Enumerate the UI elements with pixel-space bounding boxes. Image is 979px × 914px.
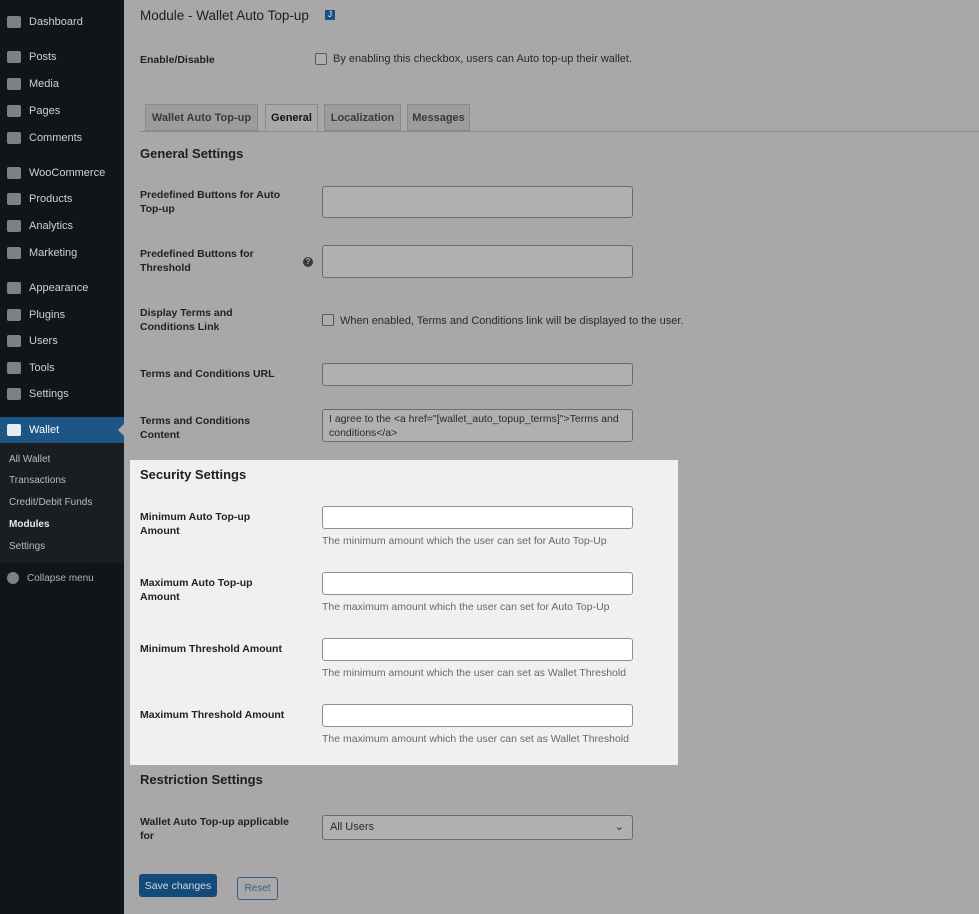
terms-url-label: Terms and Conditions URL bbox=[140, 368, 275, 380]
info-badge-icon[interactable]: J bbox=[325, 10, 335, 20]
menu-woocommerce[interactable]: WooCommerce bbox=[0, 162, 124, 184]
menu-comments[interactable]: Comments bbox=[0, 127, 124, 149]
terms-url-input[interactable] bbox=[322, 363, 633, 386]
restriction-settings-heading: Restriction Settings bbox=[140, 772, 263, 787]
tab-divider bbox=[140, 131, 979, 132]
products-icon bbox=[7, 193, 21, 205]
max-auto-topup-label: Maximum Auto Top-up Amount bbox=[140, 577, 253, 603]
menu-label: Settings bbox=[29, 388, 69, 400]
submenu-settings[interactable]: Settings bbox=[9, 541, 45, 552]
menu-label: Products bbox=[29, 193, 73, 205]
max-auto-topup-desc: The maximum amount which the user can se… bbox=[322, 601, 610, 613]
help-icon[interactable]: ? bbox=[303, 257, 313, 267]
wallet-icon bbox=[7, 424, 21, 436]
security-settings-panel: Security Settings Minimum Auto Top-up Am… bbox=[130, 460, 678, 765]
min-threshold-label: Minimum Threshold Amount bbox=[140, 643, 282, 655]
collapse-menu[interactable]: Collapse menu bbox=[0, 567, 124, 589]
min-auto-topup-label: Minimum Auto Top-up Amount bbox=[140, 511, 251, 537]
enable-label: Enable/Disable bbox=[140, 54, 215, 66]
menu-analytics[interactable]: Analytics bbox=[0, 215, 124, 237]
tab-general[interactable]: General bbox=[265, 104, 318, 131]
menu-label: Users bbox=[29, 335, 58, 347]
min-auto-topup-desc: The minimum amount which the user can se… bbox=[322, 535, 607, 547]
menu-products[interactable]: Products bbox=[0, 188, 124, 210]
wallet-submenu: All Wallet Transactions Credit/Debit Fun… bbox=[0, 443, 124, 563]
select-value: All Users bbox=[330, 821, 375, 833]
max-threshold-label: Maximum Threshold Amount bbox=[140, 709, 285, 721]
menu-label: Marketing bbox=[29, 247, 78, 259]
display-terms-checkbox[interactable] bbox=[322, 314, 334, 326]
menu-users[interactable]: Users bbox=[0, 330, 124, 352]
wrench-icon bbox=[7, 362, 21, 374]
general-settings-heading: General Settings bbox=[140, 146, 244, 161]
min-threshold-input[interactable] bbox=[322, 638, 633, 661]
submenu-modules[interactable]: Modules bbox=[9, 519, 50, 530]
predef-auto-textarea[interactable] bbox=[322, 186, 633, 218]
admin-sidebar: Dashboard Posts Media Pages Comments Woo… bbox=[0, 0, 124, 914]
terms-content-label: Terms and Conditions Content bbox=[140, 415, 251, 441]
menu-settings[interactable]: Settings bbox=[0, 383, 124, 405]
page-title: Module - Wallet Auto Top-up bbox=[140, 8, 309, 23]
tab-messages[interactable]: Messages bbox=[407, 104, 470, 131]
security-settings-heading: Security Settings bbox=[140, 467, 247, 482]
woocommerce-icon bbox=[7, 167, 21, 179]
tab-localization[interactable]: Localization bbox=[324, 104, 401, 131]
display-terms-text: When enabled, Terms and Conditions link … bbox=[340, 315, 684, 327]
dashboard-icon bbox=[7, 16, 21, 28]
display-terms-label: Display Terms and Conditions Link bbox=[140, 307, 233, 333]
applicable-for-label: Wallet Auto Top-up applicable for bbox=[140, 816, 289, 842]
max-threshold-input[interactable] bbox=[322, 704, 633, 727]
min-threshold-desc: The minimum amount which the user can se… bbox=[322, 667, 627, 679]
terms-content-textarea[interactable]: I agree to the <a href="[wallet_auto_top… bbox=[322, 409, 633, 442]
menu-plugins[interactable]: Plugins bbox=[0, 304, 124, 326]
predef-threshold-textarea[interactable] bbox=[322, 245, 633, 278]
menu-marketing[interactable]: Marketing bbox=[0, 242, 124, 264]
plugin-icon bbox=[7, 309, 21, 321]
brush-icon bbox=[7, 282, 21, 294]
pages-icon bbox=[7, 105, 21, 117]
menu-appearance[interactable]: Appearance bbox=[0, 277, 124, 299]
submenu-all-wallet[interactable]: All Wallet bbox=[9, 454, 50, 465]
pin-icon bbox=[7, 51, 21, 63]
menu-label: Appearance bbox=[29, 282, 89, 294]
comments-icon bbox=[7, 132, 21, 144]
menu-label: Comments bbox=[29, 132, 83, 144]
menu-label: Tools bbox=[29, 362, 55, 374]
menu-label: Analytics bbox=[29, 220, 74, 232]
menu-label: Pages bbox=[29, 105, 61, 117]
enable-text: By enabling this checkbox, users can Aut… bbox=[333, 53, 633, 65]
menu-pages[interactable]: Pages bbox=[0, 100, 124, 122]
menu-dashboard[interactable]: Dashboard bbox=[0, 11, 124, 33]
menu-label: Media bbox=[29, 78, 59, 90]
settings-icon bbox=[7, 388, 21, 400]
megaphone-icon bbox=[7, 247, 21, 259]
menu-label: Plugins bbox=[29, 309, 66, 321]
menu-wallet[interactable]: Wallet bbox=[0, 417, 124, 443]
enable-checkbox[interactable] bbox=[315, 53, 327, 65]
submenu-transactions[interactable]: Transactions bbox=[9, 475, 66, 486]
menu-tools[interactable]: Tools bbox=[0, 357, 124, 379]
min-auto-topup-input[interactable] bbox=[322, 506, 633, 529]
menu-label: WooCommerce bbox=[29, 167, 106, 179]
predef-threshold-label: Predefined Buttons for Threshold bbox=[140, 248, 254, 274]
collapse-icon bbox=[7, 572, 19, 584]
save-changes-button[interactable]: Save changes bbox=[139, 874, 217, 897]
reset-button[interactable]: Reset bbox=[237, 877, 278, 900]
menu-label: Posts bbox=[29, 51, 57, 63]
applicable-for-select[interactable]: All Users ⌄ bbox=[322, 815, 633, 840]
menu-media[interactable]: Media bbox=[0, 73, 124, 95]
analytics-icon bbox=[7, 220, 21, 232]
submenu-credit-debit[interactable]: Credit/Debit Funds bbox=[9, 497, 92, 508]
media-icon bbox=[7, 78, 21, 90]
max-auto-topup-input[interactable] bbox=[322, 572, 633, 595]
chevron-down-icon: ⌄ bbox=[614, 821, 624, 833]
menu-posts[interactable]: Posts bbox=[0, 46, 124, 68]
predef-auto-label: Predefined Buttons for Auto Top-up bbox=[140, 189, 281, 215]
menu-label: Dashboard bbox=[29, 16, 83, 28]
menu-label: Collapse menu bbox=[27, 572, 94, 584]
user-icon bbox=[7, 335, 21, 347]
tab-wallet-auto-topup[interactable]: Wallet Auto Top-up bbox=[145, 104, 258, 131]
max-threshold-desc: The maximum amount which the user can se… bbox=[322, 733, 629, 745]
menu-label: Wallet bbox=[29, 424, 60, 436]
